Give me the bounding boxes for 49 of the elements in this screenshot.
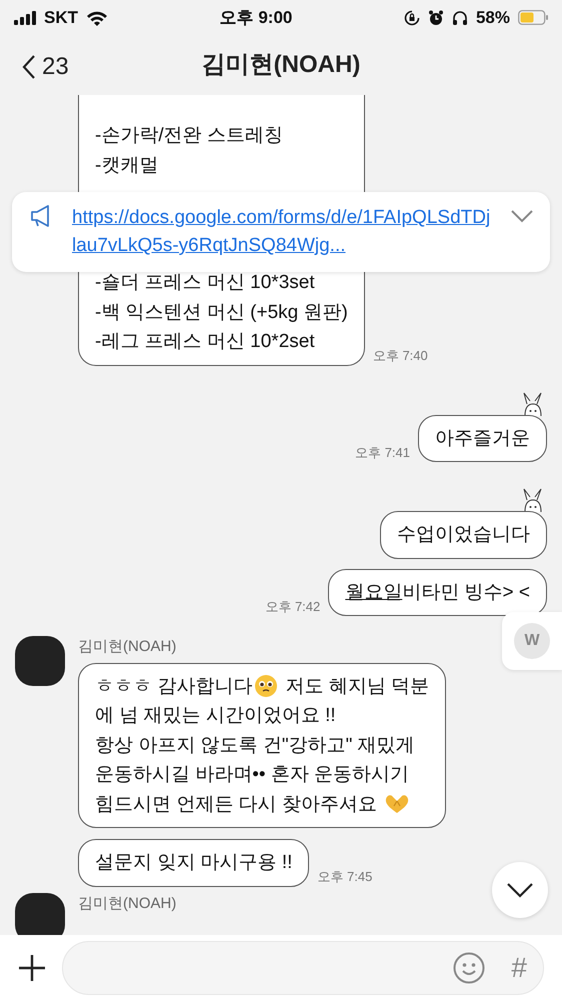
- message-time: 오후 7:45: [317, 868, 372, 886]
- carrier-name: SKT: [44, 6, 78, 29]
- status-time: 오후 9:00: [218, 6, 294, 29]
- plus-icon: [18, 954, 46, 982]
- hashtag-button[interactable]: #: [511, 946, 527, 988]
- avatar-photo-placeholder: [15, 892, 65, 935]
- chevron-down-icon: [506, 882, 534, 898]
- heart-hands-emoji-icon: [384, 793, 410, 816]
- chevron-left-icon: [22, 54, 36, 80]
- message-text: 힘드시면 언제든 다시 찾아주셔요: [95, 792, 378, 816]
- message-text: 수업이었습니다: [397, 523, 530, 547]
- message-text: 아주즐거운: [435, 426, 530, 450]
- message-text: 항상 아프지 않도록 건"강하고" 재밌게: [95, 734, 415, 758]
- tearful-face-emoji-icon: [254, 674, 278, 698]
- rotation-lock-icon: [404, 10, 420, 26]
- message-text: -레그 프레스 머신 10*2set: [95, 330, 315, 354]
- sender-name: 김미현(NOAH): [78, 637, 178, 657]
- sender-name: 김미현(NOAH): [78, 894, 176, 914]
- message-text: ㅎㅎㅎ 감사합니다: [95, 674, 252, 698]
- message-text: -숄더 프레스 머신 10*3set: [95, 271, 315, 295]
- floating-button[interactable]: W: [502, 612, 562, 670]
- scroll-down-button[interactable]: [492, 862, 548, 918]
- avatar-photo-placeholder: [15, 636, 65, 686]
- signal-icon: [14, 10, 36, 24]
- message-time: 오후 7:41: [355, 444, 410, 462]
- message-text: 월요일: [345, 580, 402, 604]
- notice-link[interactable]: https://docs.google.com/forms/d/e/1FAIpQLSdTDjlau7vLkQ5s-y6RqtJnSQ84Wjg...: [72, 204, 494, 260]
- battery-icon: [518, 10, 548, 25]
- wifi-icon: [86, 10, 108, 26]
- message-text: 운동하시길 바라며•• 혼자 운동하시기: [95, 763, 410, 787]
- message-text: -손가락/전완 스트레칭: [95, 124, 283, 148]
- message-text: -백 익스텐션 머신 (+5kg 원판): [95, 300, 348, 324]
- message-time: 오후 7:42: [265, 598, 320, 616]
- message-text: 저도 혜지님 덕분: [284, 674, 430, 698]
- add-button[interactable]: [18, 954, 46, 982]
- message-text: 설문지 잊지 마시구용 !!: [95, 851, 292, 875]
- back-button[interactable]: 23: [22, 49, 69, 85]
- message-input-field[interactable]: #: [62, 940, 544, 994]
- chat-title: 김미현(NOAH): [202, 50, 360, 80]
- smiley-icon: [453, 952, 486, 984]
- message-text: 에 넘 재밌는 시간이었어요 !!: [95, 704, 336, 728]
- alarm-clock-icon: [428, 10, 444, 26]
- headphones-icon: [452, 10, 468, 26]
- message-text: 비타민 빙수> <: [402, 580, 530, 604]
- battery-percent: 58%: [476, 6, 510, 29]
- chevron-down-icon: [510, 208, 534, 223]
- emoticon-button[interactable]: [453, 952, 486, 984]
- message-text: -캣캐멀: [95, 154, 158, 178]
- message-time: 오후 7:40: [372, 347, 428, 365]
